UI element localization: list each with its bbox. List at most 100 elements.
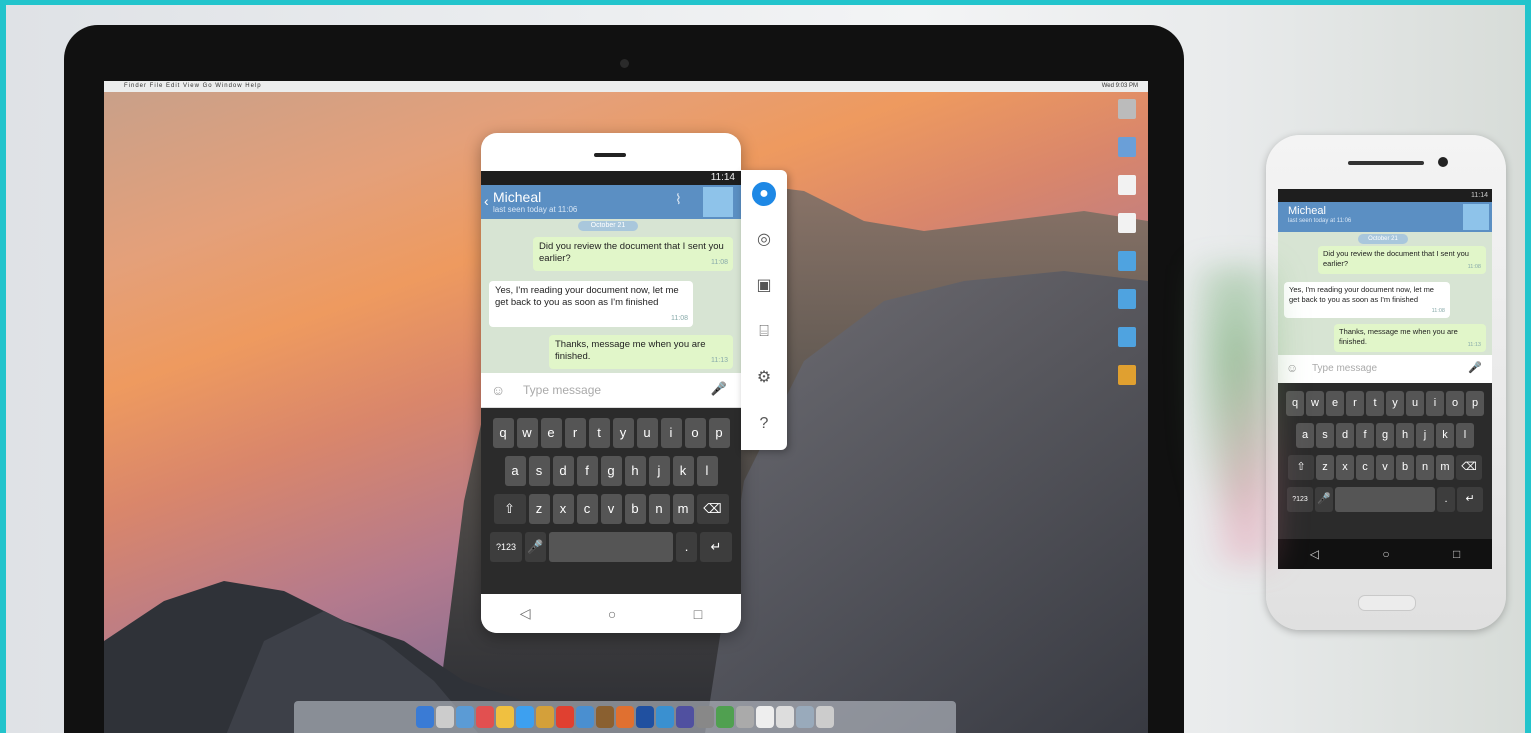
key-d[interactable]: d (1336, 423, 1354, 448)
key-d[interactable]: d (552, 456, 574, 486)
document-icon[interactable] (776, 706, 794, 728)
enter-key[interactable]: ↵ (1457, 487, 1483, 512)
message-bubble[interactable]: Thanks, message me when you are finished… (549, 335, 733, 369)
key-z[interactable]: z (528, 494, 550, 524)
help-icon[interactable]: ? (752, 412, 776, 436)
numbers-key[interactable]: ?123 (490, 532, 522, 562)
key-o[interactable]: o (684, 418, 706, 448)
folder-icon[interactable] (1118, 251, 1136, 271)
key-q[interactable]: q (1286, 391, 1304, 416)
key-j[interactable]: j (648, 456, 670, 486)
period-key[interactable]: . (1437, 487, 1455, 512)
safari-icon[interactable] (456, 706, 474, 728)
app-icon[interactable] (576, 706, 594, 728)
key-a[interactable]: a (504, 456, 526, 486)
nav-back-icon[interactable]: ◁ (520, 605, 531, 622)
app-icon[interactable] (1118, 137, 1136, 157)
appstore-icon[interactable] (516, 706, 534, 728)
emoji-icon[interactable]: ☺ (491, 382, 505, 398)
folder-icon[interactable] (1118, 327, 1136, 347)
key-m[interactable]: m (1436, 455, 1454, 480)
app-icon[interactable] (736, 706, 754, 728)
key-w[interactable]: w (1306, 391, 1324, 416)
archive-icon[interactable] (1118, 365, 1136, 385)
document-icon[interactable] (756, 706, 774, 728)
key-v[interactable]: v (600, 494, 622, 524)
app-icon[interactable] (716, 706, 734, 728)
key-h[interactable]: h (1396, 423, 1414, 448)
key-y[interactable]: y (1386, 391, 1404, 416)
key-z[interactable]: z (1316, 455, 1334, 480)
key-o[interactable]: o (1446, 391, 1464, 416)
voice-key-icon[interactable]: 🎤 (525, 532, 546, 562)
key-c[interactable]: c (576, 494, 598, 524)
key-x[interactable]: x (552, 494, 574, 524)
key-b[interactable]: b (624, 494, 646, 524)
contact-name[interactable]: Micheal (493, 189, 541, 205)
enter-key[interactable]: ↵ (700, 532, 732, 562)
key-e[interactable]: e (540, 418, 562, 448)
key-y[interactable]: y (612, 418, 634, 448)
backspace-key[interactable]: ⌫ (1456, 455, 1482, 480)
settings-icon[interactable]: ⚙ (752, 366, 776, 390)
key-g[interactable]: g (1376, 423, 1394, 448)
photos-icon[interactable] (536, 706, 554, 728)
nav-home-icon[interactable]: ○ (1382, 547, 1389, 561)
file-icon[interactable] (1118, 213, 1136, 233)
numbers-key[interactable]: ?123 (1287, 487, 1313, 512)
phone-message-input[interactable]: Type message (1312, 363, 1377, 374)
key-f[interactable]: f (1356, 423, 1374, 448)
record-icon[interactable]: ▣ (752, 274, 776, 298)
app-icon[interactable] (696, 706, 714, 728)
launchpad-icon[interactable] (436, 706, 454, 728)
key-x[interactable]: x (1336, 455, 1354, 480)
shift-key[interactable]: ⇧ (493, 494, 526, 524)
phone-message-bubble[interactable]: Yes, I'm reading your document now, let … (1284, 282, 1450, 318)
user-icon[interactable]: ● (752, 182, 776, 206)
key-s[interactable]: s (528, 456, 550, 486)
screenshot-icon[interactable]: ◎ (752, 228, 776, 252)
folder-icon[interactable] (1118, 289, 1136, 309)
back-arrow-icon[interactable]: ‹ (484, 193, 489, 209)
chrome-icon[interactable] (556, 706, 574, 728)
key-t[interactable]: t (588, 418, 610, 448)
phone-avatar[interactable] (1463, 204, 1489, 230)
calendar-icon[interactable] (476, 706, 494, 728)
key-v[interactable]: v (1376, 455, 1394, 480)
firefox-icon[interactable] (616, 706, 634, 728)
key-b[interactable]: b (1396, 455, 1414, 480)
message-bubble[interactable]: Yes, I'm reading your document now, let … (489, 281, 693, 327)
key-u[interactable]: u (1406, 391, 1424, 416)
key-u[interactable]: u (636, 418, 658, 448)
key-r[interactable]: r (1346, 391, 1364, 416)
key-a[interactable]: a (1296, 423, 1314, 448)
key-p[interactable]: p (708, 418, 730, 448)
message-input[interactable]: Type message (523, 383, 601, 397)
key-i[interactable]: i (1426, 391, 1444, 416)
phone-home-button[interactable] (1358, 595, 1416, 611)
nav-recents-icon[interactable]: □ (1453, 547, 1460, 561)
screenshot-icon[interactable] (796, 706, 814, 728)
voice-key-icon[interactable]: 🎤 (1315, 487, 1333, 512)
attach-icon[interactable]: ⌇ (675, 191, 682, 208)
key-n[interactable]: n (1416, 455, 1434, 480)
phone-emoji-icon[interactable]: ☺ (1286, 361, 1298, 375)
key-i[interactable]: i (660, 418, 682, 448)
key-l[interactable]: l (1456, 423, 1474, 448)
key-f[interactable]: f (576, 456, 598, 486)
phone-contact-name[interactable]: Micheal (1288, 205, 1326, 217)
illustrator-icon[interactable] (596, 706, 614, 728)
key-c[interactable]: c (1356, 455, 1374, 480)
key-p[interactable]: p (1466, 391, 1484, 416)
key-t[interactable]: t (1366, 391, 1384, 416)
key-s[interactable]: s (1316, 423, 1334, 448)
shift-key[interactable]: ⇧ (1288, 455, 1314, 480)
nav-recents-icon[interactable]: □ (694, 606, 702, 622)
finder-icon[interactable] (416, 706, 434, 728)
space-key[interactable] (549, 532, 673, 562)
key-n[interactable]: n (648, 494, 670, 524)
space-key[interactable] (1335, 487, 1435, 512)
file-icon[interactable] (1118, 175, 1136, 195)
key-w[interactable]: w (516, 418, 538, 448)
key-g[interactable]: g (600, 456, 622, 486)
